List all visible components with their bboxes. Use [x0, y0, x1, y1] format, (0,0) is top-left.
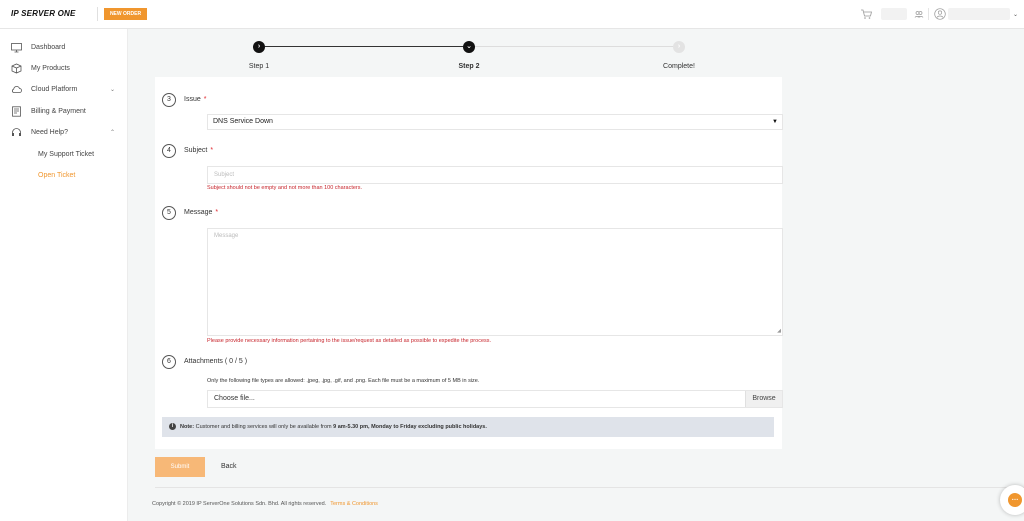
step-2-label: Step 2 [458, 63, 480, 70]
chat-button[interactable]: … [1000, 485, 1024, 515]
step-3-label: Complete! [663, 63, 695, 70]
message-textarea[interactable]: Message ◢ [207, 228, 783, 336]
main-content: › ⌄ › Step 1 Step 2 Complete! 3 Issue * D… [128, 29, 1024, 521]
step-number: 4 [162, 144, 176, 158]
sidebar-item-label: My Products [31, 64, 70, 72]
step-1-label: Step 1 [248, 63, 270, 70]
issue-label: Issue * [184, 96, 207, 103]
sidebar-item-label: Billing & Payment [31, 107, 86, 115]
divider [928, 8, 929, 20]
step-number: 5 [162, 206, 176, 220]
stepper-line [265, 46, 463, 47]
submit-button[interactable]: Submit [155, 457, 205, 477]
step-number: 6 [162, 355, 176, 369]
monitor-icon [11, 42, 22, 52]
message-error: Please provide necessary information per… [207, 338, 492, 344]
cloud-icon [11, 85, 22, 93]
step-1-done-icon: › [253, 41, 265, 53]
stepper-line [475, 46, 673, 47]
sidebar-item-dashboard[interactable]: Dashboard [0, 40, 128, 54]
chevron-down-icon: ⌄ [110, 86, 116, 93]
back-button[interactable]: Back [221, 463, 237, 470]
billing-icon [12, 105, 21, 117]
sidebar-item-my-products[interactable]: My Products [0, 61, 128, 75]
chat-icon: … [1008, 493, 1022, 507]
divider [97, 7, 98, 21]
sidebar-item-label: Dashboard [31, 43, 66, 51]
box-icon [11, 63, 22, 73]
step-2-current-icon: ⌄ [463, 41, 475, 53]
dropdown-arrow-icon: ▼ [772, 119, 778, 125]
step-3-pending-icon: › [673, 41, 685, 53]
headset-icon [12, 127, 21, 136]
sidebar-subitem-open-ticket[interactable]: Open Ticket [38, 172, 75, 179]
user-avatar-icon[interactable] [934, 8, 946, 20]
info-icon: i [169, 423, 176, 430]
terms-link[interactable]: Terms & Conditions [330, 501, 378, 507]
sidebar-item-billing-payment[interactable]: Billing & Payment [0, 104, 128, 118]
step-number: 3 [162, 93, 176, 107]
ticket-form-card: 3 Issue * DNS Service Down ▼ 4 Subject * S… [155, 77, 783, 449]
chevron-down-icon[interactable]: ⌄ [1013, 11, 1018, 18]
subject-error: Subject should not be empty and not more… [207, 185, 363, 191]
people-icon[interactable] [914, 9, 924, 19]
sidebar-item-cloud-platform[interactable]: Cloud Platform ⌄ [0, 82, 128, 96]
message-label: Message * [184, 209, 219, 216]
sidebar-item-label: Cloud Platform [31, 85, 78, 93]
user-name[interactable] [948, 8, 1010, 20]
resize-handle-icon[interactable]: ◢ [777, 328, 781, 334]
issue-select[interactable]: DNS Service Down ▼ [207, 114, 783, 130]
sidebar-subitem-my-support-ticket[interactable]: My Support Ticket [38, 151, 94, 158]
attachments-hint: Only the following file types are allowe… [207, 378, 480, 384]
subject-input[interactable]: Subject [207, 166, 783, 184]
sidebar-item-need-help[interactable]: Need Help? ⌃ [0, 125, 128, 139]
logo[interactable]: IP SERVER ONE [11, 9, 76, 18]
cart-icon[interactable] [860, 8, 872, 20]
divider [155, 487, 1024, 488]
copyright: Copyright © 2019 IP ServerOne Solutions … [152, 501, 378, 507]
top-bar: IP SERVER ONE NEW ORDER ⌄ [0, 0, 1024, 29]
sidebar: Dashboard My Products Cloud Platform ⌄ B… [0, 29, 128, 521]
file-input[interactable]: Choose file... Browse [207, 390, 783, 408]
chevron-up-icon: ⌃ [110, 129, 116, 136]
sidebar-item-label: Need Help? [31, 128, 68, 136]
cart-count-badge [881, 8, 907, 20]
subject-label: Subject * [184, 147, 214, 154]
browse-button[interactable]: Browse [745, 391, 782, 407]
attachments-label: Attachments ( 0 / 5 ) [184, 358, 248, 365]
new-order-button[interactable]: NEW ORDER [104, 8, 147, 20]
service-hours-note: i Note: Customer and billing services wi… [162, 417, 774, 437]
